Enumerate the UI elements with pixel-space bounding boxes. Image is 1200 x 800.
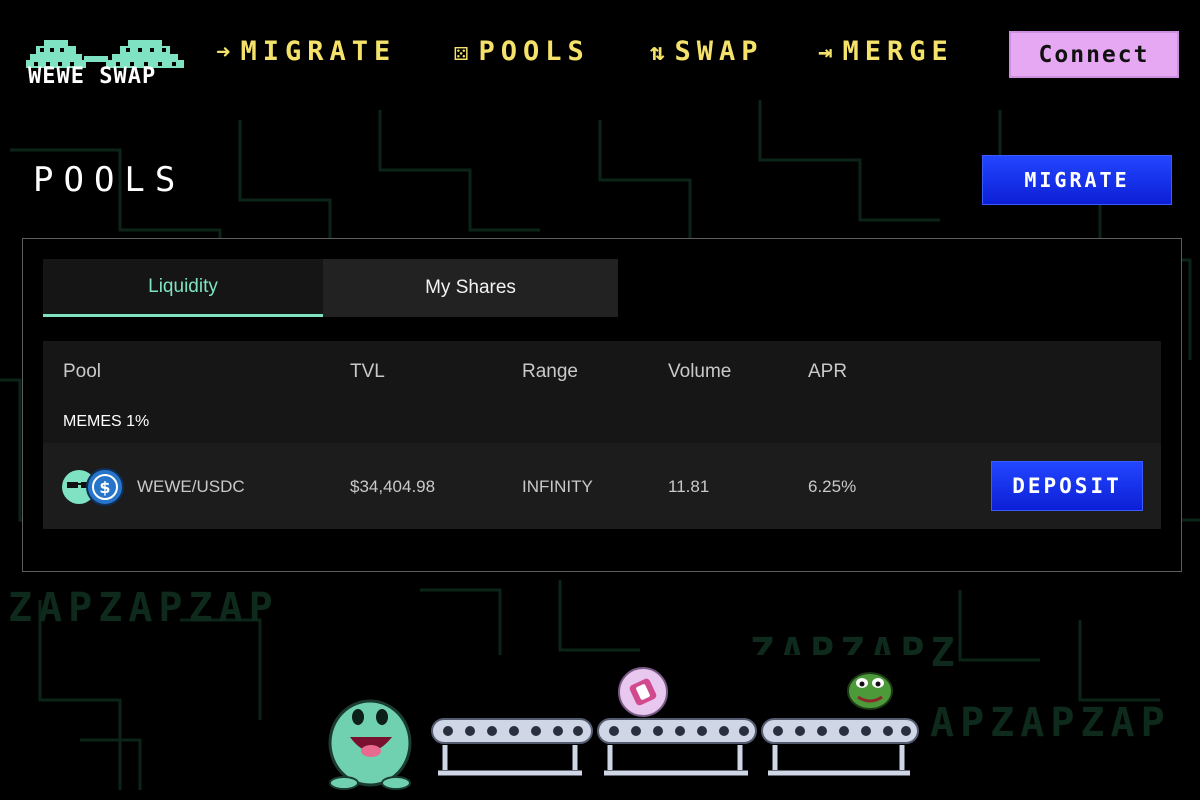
tab-liquidity[interactable]: Liquidity	[43, 259, 323, 317]
top-navbar: WEWE SWAP ➜ MIGRATE ⚄ POOLS ⇅ SWAP ⇥ MER…	[0, 0, 1200, 110]
conveyor-illustration	[328, 667, 919, 790]
nav-label: MERGE	[842, 36, 954, 67]
arrow-right-icon: ➜	[216, 37, 231, 66]
tab-my-shares[interactable]: My Shares	[323, 259, 618, 317]
zap-watermark: APZAPZAP	[930, 700, 1171, 746]
nav-label: POOLS	[478, 36, 590, 67]
nav-merge[interactable]: ⇥ MERGE	[818, 36, 954, 67]
token-pair-icon: $	[62, 468, 124, 506]
table-row[interactable]: $ WEWE/USDC $34,404.98 INFINITY 11.81 6.…	[43, 443, 1161, 529]
pool-apr: 6.25%	[808, 477, 857, 496]
pool-volume: 11.81	[668, 477, 710, 496]
pool-group-label: MEMES 1%	[63, 413, 150, 430]
migrate-button[interactable]: MIGRATE	[982, 155, 1172, 205]
nav-pools[interactable]: ⚄ POOLS	[454, 36, 590, 67]
svg-text:$: $	[99, 478, 110, 497]
nav-label: SWAP	[674, 36, 764, 67]
column-header-pool: Pool	[63, 361, 102, 382]
mascot-icon	[328, 699, 412, 790]
pools-card: Liquidity My Shares Pool TVL Range Volum…	[22, 238, 1182, 572]
pools-tabs: Liquidity My Shares	[43, 259, 618, 317]
swap-icon: ⇅	[650, 37, 665, 66]
logo-text[interactable]: WEWE SWAP	[28, 64, 156, 89]
pool-name: WEWE/USDC	[137, 477, 245, 496]
column-header-range: Range	[522, 361, 578, 382]
pool-range: INFINITY	[522, 477, 593, 496]
connect-button[interactable]: Connect	[1009, 31, 1179, 78]
token-icon	[618, 667, 668, 717]
dice-icon: ⚄	[454, 37, 469, 66]
nav-label: MIGRATE	[240, 36, 397, 67]
deposit-button[interactable]: DEPOSIT	[991, 461, 1143, 511]
conveyor-scene	[270, 655, 920, 800]
nav-swap[interactable]: ⇅ SWAP	[650, 36, 763, 67]
frog-icon	[847, 672, 893, 710]
column-header-tvl: TVL	[350, 361, 385, 382]
page-title: POOLS	[33, 160, 186, 200]
merge-icon: ⇥	[818, 37, 833, 66]
column-header-volume: Volume	[668, 361, 732, 382]
column-header-apr: APR	[808, 361, 848, 382]
pool-tvl: $34,404.98	[350, 477, 436, 496]
zap-watermark: ZAPZAPZAP	[8, 585, 279, 631]
nav-migrate[interactable]: ➜ MIGRATE	[216, 36, 396, 67]
pools-table: Pool TVL Range Volume APR MEMES 1% $ WEW…	[43, 341, 1161, 529]
